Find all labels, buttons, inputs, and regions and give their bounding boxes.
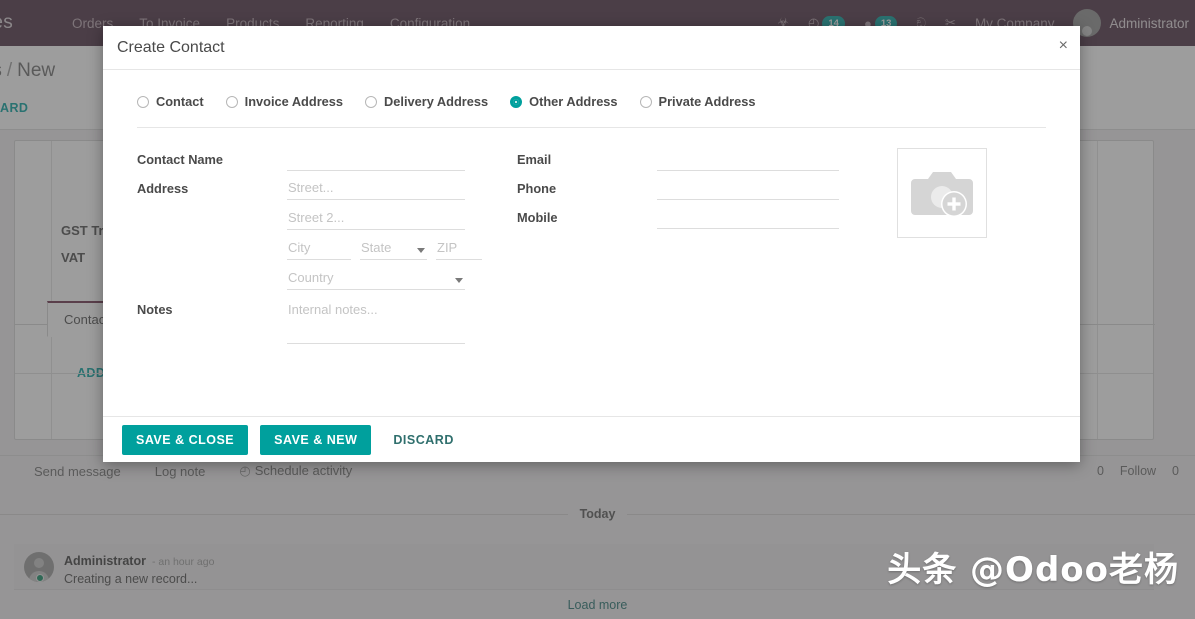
radio-circle-private-address[interactable] [639, 95, 652, 108]
form-column-right: Email Phone Mobile [517, 148, 877, 350]
dialog-footer: SAVE & CLOSE SAVE & NEW DISCARD [103, 416, 1080, 462]
radio-circle-contact[interactable] [137, 95, 149, 108]
street-input[interactable] [287, 177, 465, 200]
radio-option-invoice-address[interactable]: Invoice Address [225, 94, 344, 109]
radio-circle-invoice-address[interactable] [225, 95, 238, 108]
label-email: Email [517, 152, 552, 167]
dialog-header: Create Contact × [103, 26, 1080, 70]
radio-circle-delivery-address[interactable] [365, 95, 378, 108]
radio-label-invoice-address: Invoice Address [244, 94, 344, 109]
label-mobile: Mobile [517, 210, 558, 225]
field-row-notes: Notes [137, 298, 487, 344]
phone-input[interactable] [657, 177, 839, 200]
dialog-title: Create Contact [117, 38, 225, 56]
address-type-radio-group: Contact Invoice Address Delivery Address… [103, 70, 1080, 109]
label-notes: Notes [137, 302, 173, 317]
mobile-input[interactable] [657, 206, 839, 229]
radio-label-contact: Contact [156, 94, 204, 109]
radio-label-private-address: Private Address [658, 94, 756, 109]
radio-option-contact[interactable]: Contact [137, 94, 204, 109]
country-input[interactable] [287, 267, 465, 290]
radio-circle-other-address[interactable] [510, 95, 523, 108]
radio-option-other-address[interactable]: Other Address [510, 94, 618, 109]
radio-option-delivery-address[interactable]: Delivery Address [365, 94, 488, 109]
city-state-zip-row [287, 237, 482, 260]
city-input[interactable] [287, 237, 351, 260]
notes-textarea[interactable] [287, 298, 465, 344]
save-and-new-button[interactable]: SAVE & NEW [260, 424, 372, 455]
form-column-image [897, 148, 987, 350]
email-input[interactable] [657, 148, 839, 171]
screen-root: les Orders To Invoice Products Reporting… [0, 0, 1195, 619]
zip-input[interactable] [436, 237, 482, 260]
address-fields [287, 177, 482, 290]
camera-add-icon[interactable] [897, 148, 987, 238]
state-input[interactable] [360, 237, 427, 260]
field-row-phone: Phone [517, 177, 877, 200]
field-row-address: Address [137, 177, 487, 290]
dialog-body: Contact Invoice Address Delivery Address… [103, 70, 1080, 416]
camera-add-icon-svg [911, 172, 973, 217]
form-column-left: Contact Name Address Street... Street 2.… [137, 148, 487, 350]
save-and-close-button[interactable]: SAVE & CLOSE [122, 424, 249, 455]
radio-option-private-address[interactable]: Private Address [639, 94, 756, 109]
field-row-contact-name: Contact Name [137, 148, 487, 171]
label-contact-name: Contact Name [137, 152, 224, 167]
street2-input[interactable] [287, 207, 465, 230]
contact-form: Contact Name Address Street... Street 2.… [103, 128, 1080, 350]
label-phone: Phone [517, 181, 557, 196]
radio-label-delivery-address: Delivery Address [384, 94, 489, 109]
radio-label-other-address: Other Address [529, 94, 618, 109]
state-select-wrapper [360, 237, 427, 260]
close-icon[interactable]: × [1059, 38, 1068, 54]
field-row-mobile: Mobile [517, 206, 877, 229]
country-select-wrapper [287, 267, 465, 290]
contact-name-input[interactable] [287, 148, 465, 171]
discard-button[interactable]: DISCARD [383, 425, 463, 455]
label-address: Address [137, 181, 189, 196]
create-contact-dialog: Create Contact × Contact Invoice Address… [103, 26, 1080, 462]
field-row-email: Email [517, 148, 877, 171]
